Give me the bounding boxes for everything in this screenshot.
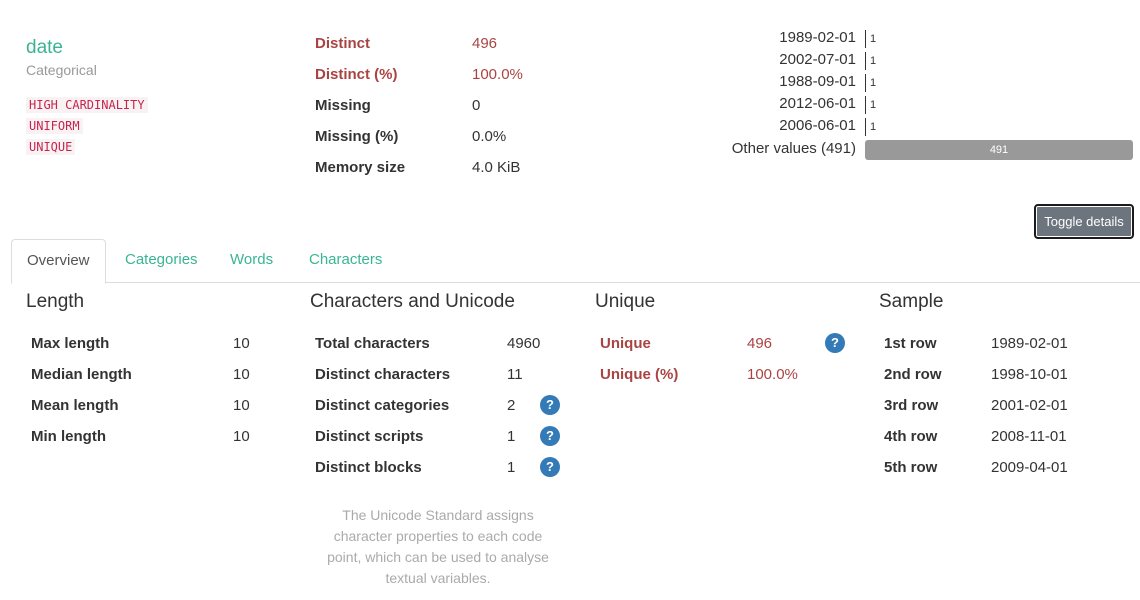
row-label: Min length [31, 428, 106, 445]
freq-bar: 1 [865, 52, 876, 70]
row-value: 10 [233, 366, 250, 383]
stat-label: Distinct [315, 35, 371, 52]
row-label: 5th row [884, 459, 938, 476]
row-label: Unique (%) [600, 366, 679, 383]
length-title: Length [26, 291, 85, 312]
freq-bar: 1 [865, 74, 876, 92]
tab-characters[interactable]: Characters [294, 239, 397, 283]
row-value: 10 [233, 335, 250, 352]
unicode-title: Characters and Unicode [310, 291, 515, 312]
row-label: Max length [31, 335, 110, 352]
stat-value: 0.0% [472, 128, 507, 145]
tab-words[interactable]: Words [215, 239, 288, 283]
badge-uniform: UNIFORM [26, 118, 83, 134]
row-label: Unique [600, 335, 651, 352]
row-label: 4th row [884, 428, 938, 445]
stat-label: Missing (%) [315, 128, 399, 145]
badge-unique: UNIQUE [26, 139, 76, 155]
stat-value: 100.0% [472, 66, 523, 83]
variable-type: Categorical [26, 62, 97, 78]
help-icon[interactable]: ? [540, 457, 560, 477]
help-icon[interactable]: ? [825, 333, 845, 353]
badge-high-cardinality: HIGH CARDINALITY [26, 97, 148, 113]
toggle-details-button[interactable]: Toggle details [1034, 204, 1134, 239]
row-value: 2 [507, 397, 516, 414]
row-value: 100.0% [747, 366, 798, 383]
stat-label: Memory size [315, 159, 406, 176]
row-label: Total characters [315, 335, 430, 352]
row-label: Distinct categories [315, 397, 450, 414]
freq-other-label: Other values (491) [731, 140, 856, 157]
row-value: 10 [233, 397, 250, 414]
freq-value-label: 2006-06-01 [779, 117, 856, 134]
row-value: 496 [747, 335, 773, 352]
freq-row: 1989-02-01 1 [700, 28, 1140, 50]
stat-label: Missing [315, 97, 371, 114]
frequency-mini-table: 1989-02-01 1 2002-07-01 1 1988-09-01 1 2… [700, 28, 1140, 160]
row-value: 2008-11-01 [991, 428, 1067, 445]
row-value: 1 [507, 428, 516, 445]
row-label: 3rd row [884, 397, 939, 414]
row-value: 1989-02-01 [991, 335, 1068, 352]
help-icon[interactable]: ? [540, 426, 560, 446]
stat-label: Distinct (%) [315, 66, 398, 83]
freq-bar: 1 [865, 118, 876, 136]
row-value: 2009-04-01 [991, 459, 1068, 476]
freq-value-label: 2002-07-01 [779, 51, 856, 68]
stat-value: 4.0 KiB [472, 159, 521, 176]
freq-bar: 1 [865, 96, 876, 114]
row-label: Distinct scripts [315, 428, 424, 445]
freq-value-label: 1988-09-01 [779, 73, 856, 90]
freq-other-bar: 491 [865, 140, 1133, 160]
row-value: 1 [507, 459, 516, 476]
tab-categories[interactable]: Categories [110, 239, 213, 283]
detail-tabs: Overview Categories Words Characters [11, 239, 1140, 284]
row-label: Median length [31, 366, 132, 383]
row-label: 2nd row [884, 366, 942, 383]
freq-bar: 1 [865, 30, 876, 48]
row-label: 1st row [884, 335, 937, 352]
variable-name: date [26, 37, 63, 58]
freq-value-label: 1989-02-01 [779, 29, 856, 46]
stat-value: 0 [472, 97, 481, 114]
help-icon[interactable]: ? [540, 395, 560, 415]
tab-overview[interactable]: Overview [11, 239, 106, 284]
unique-title: Unique [595, 291, 656, 312]
row-label: Mean length [31, 397, 119, 414]
row-value: 10 [233, 428, 250, 445]
freq-row: 2006-06-01 1 [700, 116, 1140, 138]
freq-row: 1988-09-01 1 [700, 72, 1140, 94]
row-value: 2001-02-01 [991, 397, 1068, 414]
freq-row: 2012-06-01 1 [700, 94, 1140, 116]
freq-value-label: 2012-06-01 [779, 95, 856, 112]
alert-badges: HIGH CARDINALITY UNIFORM UNIQUE [26, 97, 148, 160]
row-value: 11 [507, 366, 523, 383]
unicode-note: The Unicode Standard assigns character p… [327, 507, 549, 586]
row-label: Distinct blocks [315, 459, 422, 476]
stat-value: 496 [472, 35, 498, 52]
row-value: 4960 [507, 335, 541, 352]
sample-title: Sample [879, 291, 944, 312]
row-label: Distinct characters [315, 366, 451, 383]
freq-row: 2002-07-01 1 [700, 50, 1140, 72]
row-value: 1998-10-01 [991, 366, 1068, 383]
